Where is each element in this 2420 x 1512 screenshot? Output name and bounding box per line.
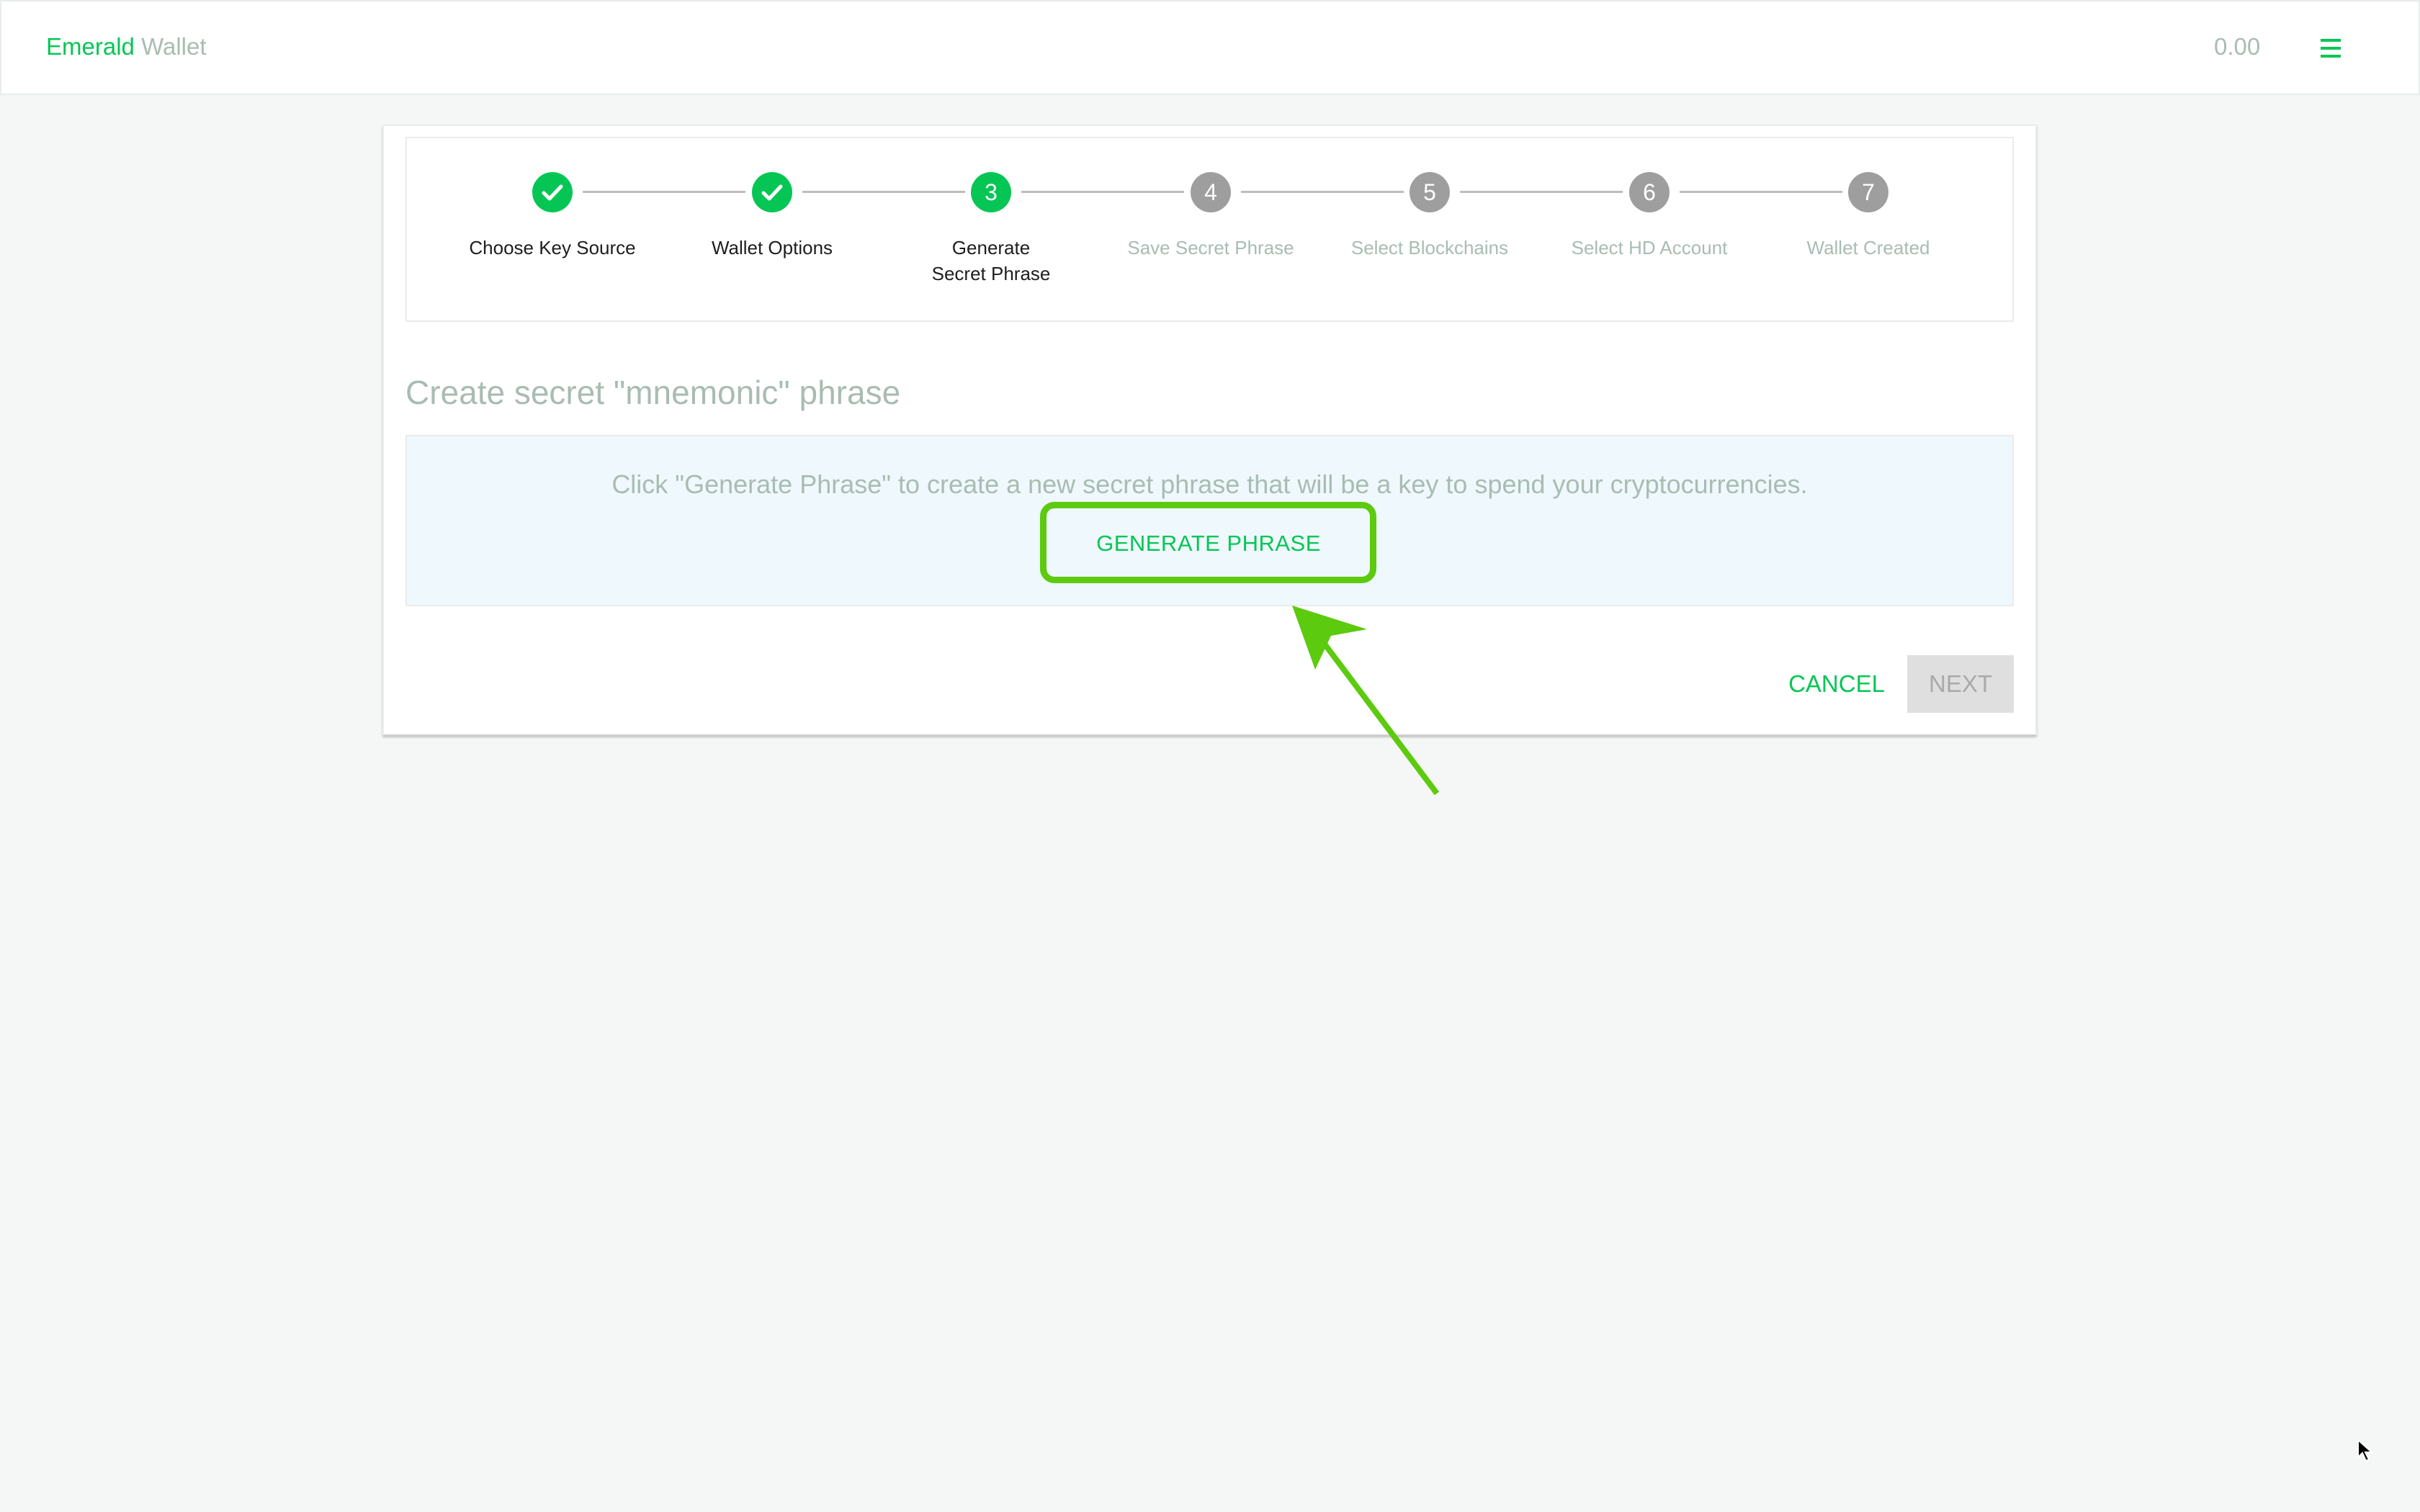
- info-text: Click "Generate Phrase" to create a new …: [611, 469, 1808, 499]
- step-number: 6: [1629, 172, 1670, 212]
- step-label: Select Blockchains: [1350, 237, 1509, 258]
- step-label: Save Secret Phrase: [1127, 237, 1294, 258]
- step-number: 5: [1410, 172, 1450, 212]
- wizard-stepper: Choose Key Source Wallet Options 3 Gener…: [405, 137, 2014, 322]
- step-label: Select HD Account: [1571, 237, 1728, 258]
- step-connector: [583, 191, 745, 193]
- step-connector: [1241, 191, 1404, 193]
- step-connector: [802, 191, 965, 193]
- step-label: Wallet Created: [1806, 237, 1930, 258]
- generate-phrase-button[interactable]: GENERATE PHRASE: [1051, 513, 1366, 575]
- brand-primary: Emerald: [46, 33, 135, 60]
- app-header: Emerald Wallet 0.00: [0, 0, 2420, 95]
- check-icon: [542, 184, 563, 201]
- check-icon: [761, 184, 783, 201]
- step-connector: [1680, 191, 1842, 193]
- step-label: Wallet Options: [711, 237, 833, 258]
- step-number: 3: [971, 172, 1011, 212]
- brand-logo[interactable]: Emerald Wallet: [46, 33, 207, 60]
- step-check-icon: [532, 172, 573, 212]
- step-connector: [1021, 191, 1184, 193]
- page-title: Create secret "mnemonic" phrase: [405, 374, 901, 411]
- total-balance: 0.00: [2214, 33, 2261, 60]
- brand-secondary: Wallet: [141, 33, 207, 60]
- hamburger-menu-icon[interactable]: [2321, 39, 2341, 58]
- step-check-icon: [752, 172, 792, 212]
- next-button[interactable]: NEXT: [1907, 655, 2014, 713]
- cancel-button[interactable]: CANCEL: [1779, 655, 1894, 713]
- step-number: 4: [1191, 172, 1231, 212]
- step-connector: [1460, 191, 1623, 193]
- step-number: 7: [1848, 172, 1888, 212]
- mouse-cursor-icon: [2357, 1439, 2374, 1462]
- step-label: Choose Key Source: [469, 237, 636, 258]
- step-label: Generate Secret Phrase: [931, 237, 1051, 284]
